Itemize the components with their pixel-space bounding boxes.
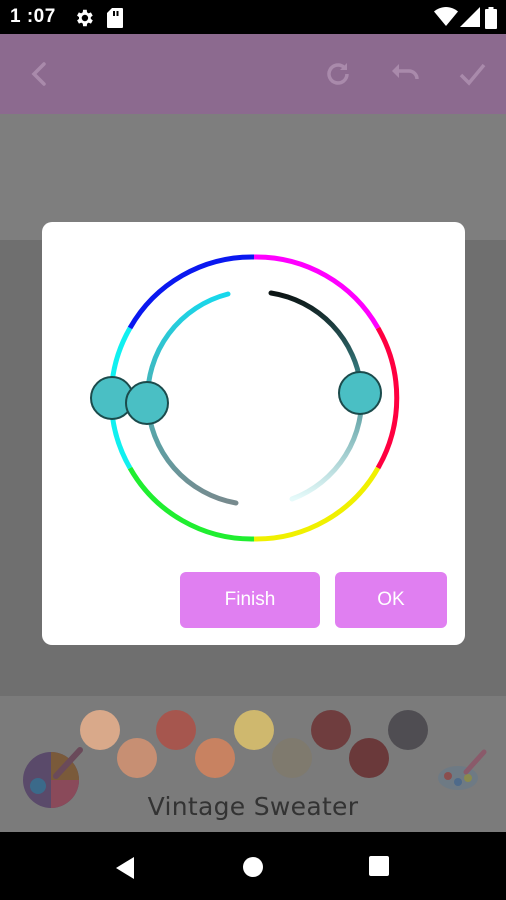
wifi-icon	[434, 7, 458, 26]
home-circle-icon[interactable]	[242, 856, 264, 878]
color-picker-wheel[interactable]	[42, 222, 465, 552]
settings-icon	[77, 9, 93, 27]
color-picker-dialog: Finish OK	[42, 222, 465, 645]
saturation-thumb[interactable]	[125, 381, 169, 425]
palette-bar: Vintage Sweater	[0, 696, 506, 832]
palette-title: Vintage Sweater	[147, 792, 359, 821]
color-swatch[interactable]	[349, 738, 389, 778]
back-triangle-icon[interactable]	[114, 856, 136, 880]
battery-icon	[485, 7, 497, 29]
color-swatch[interactable]	[156, 710, 196, 750]
brightness-thumb[interactable]	[338, 371, 382, 415]
paint-tray-icon[interactable]	[436, 748, 488, 796]
status-time: 1 :07	[10, 6, 56, 27]
undo-icon[interactable]	[387, 56, 423, 92]
check-icon[interactable]	[454, 56, 490, 92]
color-swatch[interactable]	[234, 710, 274, 750]
sd-card-icon	[107, 8, 123, 28]
app-bar	[0, 34, 506, 114]
recents-square-icon[interactable]	[369, 856, 389, 876]
color-swatch[interactable]	[272, 738, 312, 778]
back-icon[interactable]	[22, 56, 58, 92]
finish-button[interactable]: Finish	[180, 572, 320, 628]
ok-button[interactable]: OK	[335, 572, 447, 628]
color-swatch[interactable]	[311, 710, 351, 750]
signal-icon	[460, 7, 480, 27]
color-swatch[interactable]	[388, 710, 428, 750]
navigation-bar	[0, 832, 506, 900]
status-bar: 1 :07	[0, 0, 506, 34]
color-swatch[interactable]	[195, 738, 235, 778]
redo-icon[interactable]	[320, 56, 356, 92]
color-swatch[interactable]	[117, 738, 157, 778]
color-swatch[interactable]	[80, 710, 120, 750]
